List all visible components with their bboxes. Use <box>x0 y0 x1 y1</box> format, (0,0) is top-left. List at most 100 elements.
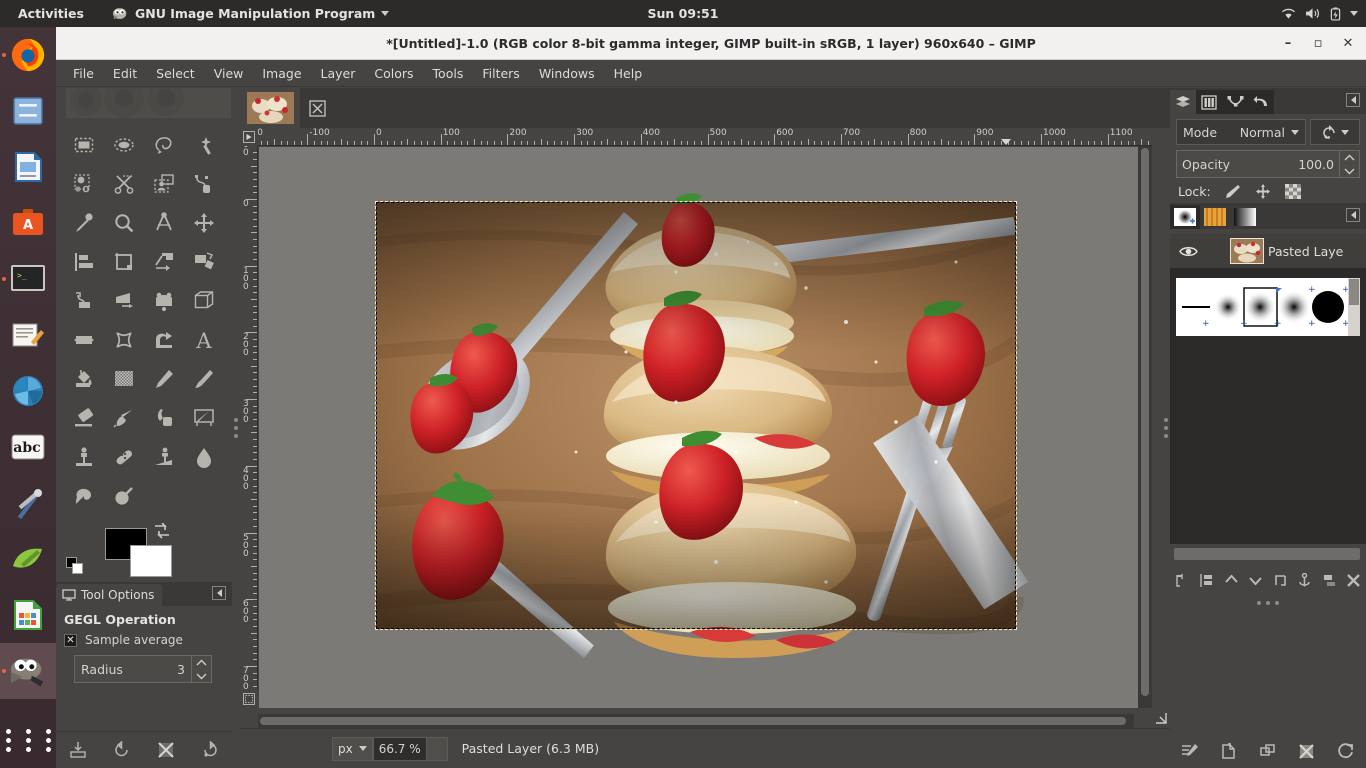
vertical-ruler[interactable]: -100 0 100 200 300 400 500 600 700 <box>240 146 258 708</box>
menu-tools[interactable]: Tools <box>424 62 473 85</box>
scrollbar-thumb[interactable] <box>1349 279 1359 305</box>
menu-edit[interactable]: Edit <box>104 62 146 85</box>
show-applications-button[interactable] <box>0 729 56 752</box>
tool-mypaint-brush[interactable] <box>184 398 224 437</box>
activities-button[interactable]: Activities <box>10 4 92 23</box>
app-menu-button[interactable]: GNU Image Manipulation Program <box>112 6 390 21</box>
menu-filters[interactable]: Filters <box>473 62 528 85</box>
launcher-item-files[interactable] <box>0 83 56 139</box>
lock-pixels-icon[interactable] <box>1225 184 1241 199</box>
menu-colors[interactable]: Colors <box>365 62 422 85</box>
anchor-layer-icon[interactable] <box>1297 572 1312 588</box>
tool-crop[interactable] <box>104 242 144 281</box>
tool-foreground-select[interactable] <box>144 164 184 203</box>
duplicate-brush-icon[interactable] <box>1259 743 1277 760</box>
dock-separator-handle[interactable] <box>1170 596 1366 610</box>
raise-layer-icon[interactable] <box>1224 573 1239 588</box>
tool-pencil[interactable] <box>144 359 184 398</box>
tab-gradients[interactable] <box>1230 205 1260 229</box>
tool-unified-transform[interactable] <box>144 281 184 320</box>
tool-measure[interactable] <box>144 203 184 242</box>
launcher-item-gimp[interactable] <box>0 643 56 699</box>
chevron-down-icon[interactable] <box>1350 11 1358 16</box>
layer-visibility-icon[interactable] <box>1174 245 1202 258</box>
tool-eraser[interactable] <box>64 398 104 437</box>
menu-image[interactable]: Image <box>253 62 310 85</box>
canvas-vertical-scrollbar[interactable] <box>1138 146 1152 708</box>
layer-list-scrollbar[interactable] <box>1174 548 1360 560</box>
launcher-item-tweaks[interactable] <box>0 475 56 531</box>
swap-colors-icon[interactable] <box>153 522 171 543</box>
chevron-down-icon[interactable] <box>1344 167 1355 175</box>
tool-alignment[interactable] <box>64 242 104 281</box>
tool-dodge-burn[interactable] <box>104 476 144 515</box>
tool-free-select[interactable] <box>144 125 184 164</box>
tool-shear[interactable] <box>64 281 104 320</box>
new-brush-icon[interactable] <box>1220 742 1238 760</box>
launcher-item-software[interactable]: A <box>0 195 56 251</box>
dock-resize-handle-left[interactable] <box>232 88 240 768</box>
launcher-item-calc[interactable] <box>0 587 56 643</box>
quick-mask-icon[interactable] <box>240 690 258 708</box>
tab-channels[interactable] <box>1196 90 1222 114</box>
tool-perspective[interactable] <box>104 281 144 320</box>
tool-gradient[interactable] <box>104 359 144 398</box>
layer-mode-switch-button[interactable] <box>1310 119 1360 145</box>
merge-down-icon[interactable] <box>1322 573 1337 588</box>
zoom-entry[interactable]: 66.7 % <box>372 736 426 761</box>
menu-file[interactable]: File <box>64 62 103 85</box>
dock-menu-icon[interactable] <box>1346 208 1360 222</box>
tool-scissors-select[interactable] <box>104 164 144 203</box>
tool-fuzzy-select[interactable] <box>184 125 224 164</box>
scrollbar-thumb[interactable] <box>260 717 1126 725</box>
tool-rect-select[interactable] <box>64 125 104 164</box>
tool-scale[interactable] <box>184 242 224 281</box>
system-tray[interactable] <box>1281 6 1358 21</box>
tab-paths[interactable] <box>1222 90 1248 114</box>
menu-select[interactable]: Select <box>147 62 204 85</box>
tool-heal[interactable] <box>104 437 144 476</box>
brush-grid-scrollbar[interactable] <box>1348 278 1360 336</box>
dock-menu-icon[interactable] <box>1346 93 1360 107</box>
tab-tool-options[interactable]: Tool Options <box>56 584 163 606</box>
radius-spinner[interactable]: Radius 3 <box>74 655 212 683</box>
sample-average-checkbox[interactable]: ✕ <box>64 633 77 647</box>
launcher-item-shotwell[interactable] <box>0 363 56 419</box>
tool-color-picker[interactable] <box>64 203 104 242</box>
radius-value[interactable]: 3 <box>177 656 191 682</box>
maximize-button[interactable]: ▫ <box>1304 31 1332 57</box>
duplicate-layer-icon[interactable] <box>1273 573 1288 588</box>
tool-warp-transform[interactable] <box>104 320 144 359</box>
opacity-slider[interactable]: Opacity 100.0 <box>1176 150 1360 178</box>
save-tool-preset-icon[interactable] <box>69 741 87 759</box>
launcher-item-writer[interactable] <box>0 139 56 195</box>
opacity-stepper[interactable] <box>1339 151 1359 177</box>
chevron-up-icon[interactable] <box>196 659 207 667</box>
launcher-item-text-editor[interactable] <box>0 307 56 363</box>
tool-airbrush[interactable] <box>104 398 144 437</box>
tool-paintbrush[interactable] <box>184 359 224 398</box>
lower-layer-icon[interactable] <box>1248 573 1263 588</box>
canvas-horizontal-scrollbar[interactable] <box>258 714 1134 728</box>
delete-layer-icon[interactable] <box>1346 573 1361 588</box>
new-layer-icon[interactable] <box>1175 573 1190 588</box>
menu-layer[interactable]: Layer <box>312 62 365 85</box>
tool-text[interactable]: A <box>184 320 224 359</box>
lock-position-icon[interactable] <box>1255 184 1271 199</box>
dock-resize-handle-right[interactable] <box>1162 88 1170 768</box>
restore-tool-preset-icon[interactable] <box>113 741 131 759</box>
tool-blur-sharpen[interactable] <box>184 437 224 476</box>
tool-select-by-color[interactable] <box>64 164 104 203</box>
layer-name[interactable]: Pasted Laye <box>1268 244 1343 259</box>
chevron-up-icon[interactable] <box>1344 154 1355 162</box>
tool-perspective-clone[interactable] <box>144 437 184 476</box>
tool-move[interactable] <box>184 203 224 242</box>
zoom-dropdown-button[interactable] <box>425 736 448 761</box>
tab-patterns[interactable] <box>1200 205 1230 229</box>
dock-menu-icon[interactable] <box>212 586 226 600</box>
chevron-down-icon[interactable] <box>196 672 207 680</box>
menu-view[interactable]: View <box>205 62 253 85</box>
new-layer-group-icon[interactable] <box>1199 573 1214 588</box>
menu-windows[interactable]: Windows <box>530 62 604 85</box>
unit-selector[interactable]: px <box>332 736 373 761</box>
